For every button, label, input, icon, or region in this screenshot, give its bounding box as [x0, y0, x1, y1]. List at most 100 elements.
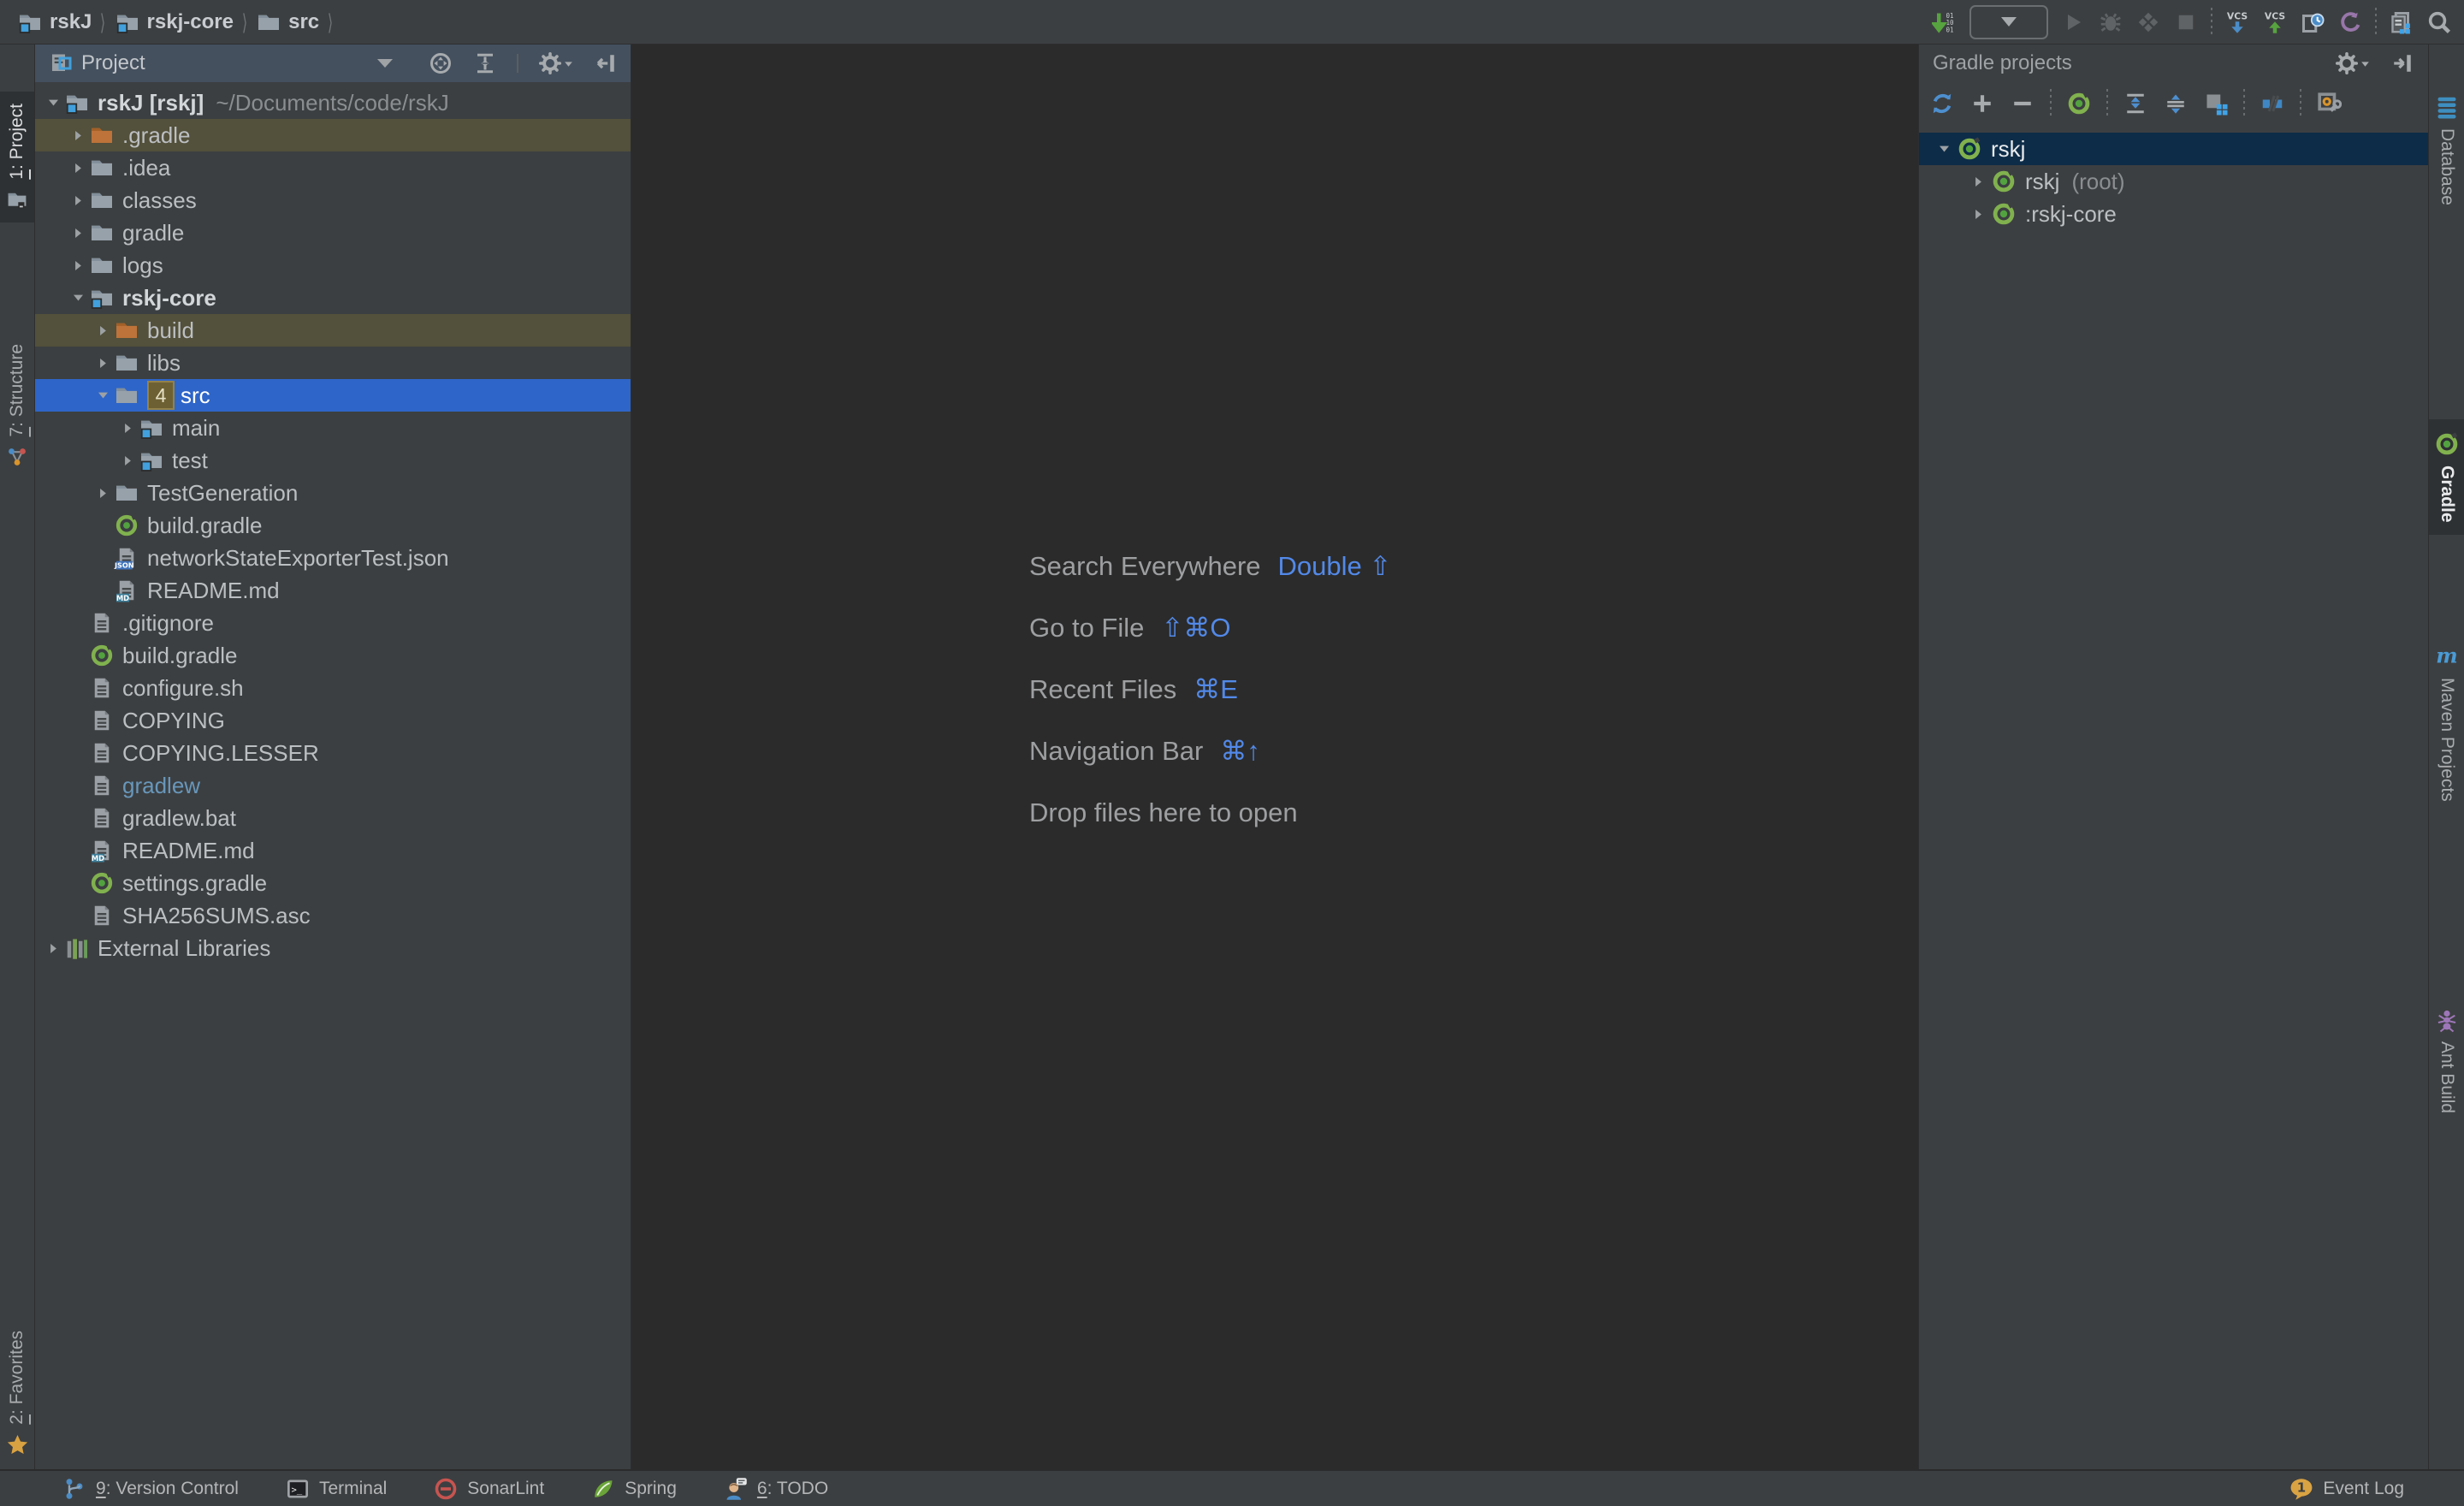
tree-row--idea[interactable]: .idea	[35, 151, 631, 184]
locate-file-icon[interactable]	[428, 50, 453, 76]
tree-row--gitignore[interactable]: .gitignore	[35, 607, 631, 639]
expand-arrow-icon[interactable]	[67, 161, 89, 175]
toolbar-separator	[2050, 89, 2052, 118]
tree-row-readme-md[interactable]: MDREADME.md	[35, 574, 631, 607]
status-versioncontrol[interactable]: 9: Version Control	[62, 1476, 239, 1502]
expand-arrow-icon[interactable]	[92, 486, 114, 501]
hide-panel-icon[interactable]	[2390, 50, 2415, 76]
recent-locations-icon[interactable]	[2389, 9, 2414, 35]
tree-row-classes[interactable]: classes	[35, 184, 631, 216]
run-icon[interactable]	[2060, 9, 2086, 35]
expand-arrow-icon[interactable]	[92, 356, 114, 371]
gear-icon[interactable]	[2334, 50, 2371, 76]
gradle-panel-title: Gradle projects	[1933, 51, 2072, 75]
tree-row-external-libraries[interactable]: External Libraries	[35, 932, 631, 964]
expand-arrow-icon[interactable]	[67, 226, 89, 240]
expand-arrow-icon[interactable]	[92, 323, 114, 338]
tree-row-networkstateexportertest-json[interactable]: JSONnetworkStateExporterTest.json	[35, 542, 631, 574]
expand-arrow-icon[interactable]	[67, 258, 89, 273]
tree-row-build[interactable]: build	[35, 314, 631, 347]
tree-row-rskj-core[interactable]: rskj-core	[35, 282, 631, 314]
tree-row-main[interactable]: main	[35, 412, 631, 444]
tree-row-label: .gitignore	[122, 610, 214, 637]
breadcrumb-item[interactable]: rskj-core	[115, 9, 234, 35]
stop-icon[interactable]	[2173, 9, 2199, 35]
expand-arrow-icon[interactable]	[116, 421, 139, 436]
vcs-commit-icon[interactable]: VCS	[2262, 9, 2288, 35]
hide-panel-icon[interactable]	[593, 50, 619, 76]
collapse-arrow-icon[interactable]	[1931, 142, 1957, 157]
local-history-icon[interactable]	[2300, 9, 2325, 35]
collapse-arrow-icon[interactable]	[42, 96, 64, 110]
chevron-down-icon[interactable]	[377, 59, 393, 68]
tool-window-tab-maven-projects[interactable]: mMaven Projects	[2429, 643, 2464, 802]
tool-window-tab-database[interactable]: Database	[2429, 94, 2464, 205]
rollback-icon[interactable]	[2337, 9, 2363, 35]
run-with-coverage-icon[interactable]	[2135, 9, 2161, 35]
status-event-log[interactable]: 1Event Log	[2289, 1476, 2404, 1502]
gradle-settings-icon[interactable]	[2316, 91, 2342, 116]
vcs-update-icon[interactable]: VCS	[2224, 9, 2250, 35]
refresh-gradle-icon[interactable]	[1929, 91, 1955, 116]
branch-icon	[62, 1476, 87, 1502]
tool-window-tab-favorites[interactable]: 2: Favorites	[0, 1331, 34, 1456]
project-view-title[interactable]: Project	[81, 51, 145, 75]
tree-row-sha256sums-asc[interactable]: SHA256SUMS.asc	[35, 899, 631, 932]
tree-row-label: networkStateExporterTest.json	[147, 545, 449, 572]
tree-row-copying-lesser[interactable]: COPYING.LESSER	[35, 737, 631, 769]
run-gradle-task-icon[interactable]	[2066, 91, 2092, 116]
debug-icon[interactable]	[2098, 9, 2123, 35]
detach-project-icon[interactable]	[2010, 91, 2035, 116]
collapse-all-icon[interactable]	[472, 50, 498, 76]
gear-icon[interactable]	[537, 50, 574, 76]
tool-window-tab-project[interactable]: 1: Project	[0, 92, 34, 222]
expand-arrow-icon[interactable]	[67, 128, 89, 143]
gradle-tree-row--rskj-core[interactable]: :rskj-core	[1919, 198, 2429, 230]
collapse-arrow-icon[interactable]	[67, 291, 89, 305]
run-config-combo[interactable]	[1969, 5, 2048, 39]
tree-row--gradle[interactable]: .gradle	[35, 119, 631, 151]
tree-row-build-gradle[interactable]: build.gradle	[35, 639, 631, 672]
gradle-tree-row-rskj[interactable]: rskj(root)	[1919, 165, 2429, 198]
tree-row-build-gradle[interactable]: build.gradle	[35, 509, 631, 542]
tool-window-tab-ant-build[interactable]: Ant Build	[2429, 1007, 2464, 1113]
status-sonarlint[interactable]: SonarLint	[433, 1476, 544, 1502]
expand-arrow-icon[interactable]	[67, 193, 89, 208]
status-terminal[interactable]: >_Terminal	[285, 1476, 387, 1502]
expand-arrow-icon[interactable]	[1965, 175, 1991, 189]
database-icon	[2434, 94, 2460, 120]
breadcrumb-item[interactable]: src	[256, 9, 319, 35]
breadcrumb-item[interactable]: rskJ	[17, 9, 92, 35]
tool-window-tab-gradle[interactable]: Gradle	[2429, 419, 2464, 535]
shortcut-hint: Search EverywhereDouble ⇧	[1029, 551, 1391, 582]
collapse-all-icon[interactable]	[2163, 91, 2189, 116]
status-spring[interactable]: Spring	[590, 1476, 677, 1502]
tree-row-logs[interactable]: logs	[35, 249, 631, 282]
expand-arrow-icon[interactable]	[42, 941, 64, 956]
search-everywhere-icon[interactable]	[2426, 9, 2452, 35]
tree-row-copying[interactable]: COPYING	[35, 704, 631, 737]
tree-row-test[interactable]: test	[35, 444, 631, 477]
tree-row-libs[interactable]: libs	[35, 347, 631, 379]
expand-all-icon[interactable]	[2123, 91, 2148, 116]
tree-row-rskj-rskj-[interactable]: rskJ [rskj]~/Documents/code/rskJ	[35, 86, 631, 119]
tree-row-src[interactable]: 4src	[35, 379, 631, 412]
expand-arrow-icon[interactable]	[116, 454, 139, 468]
tree-row-gradle[interactable]: gradle	[35, 216, 631, 249]
group-modules-icon[interactable]	[2203, 91, 2229, 116]
collapse-arrow-icon[interactable]	[92, 388, 114, 403]
offline-mode-icon[interactable]	[2260, 91, 2285, 116]
attach-project-icon[interactable]	[1969, 91, 1995, 116]
tree-row-readme-md[interactable]: MDREADME.md	[35, 834, 631, 867]
tree-row-testgeneration[interactable]: TestGeneration	[35, 477, 631, 509]
hotswap-update-icon[interactable]: 011001	[1932, 9, 1958, 35]
tool-window-tab-structure[interactable]: 7: Structure	[0, 344, 34, 468]
tree-row-gradlew-bat[interactable]: gradlew.bat	[35, 802, 631, 834]
tree-row-settings-gradle[interactable]: settings.gradle	[35, 867, 631, 899]
gradle-tree-row-rskj[interactable]: rskj	[1919, 133, 2429, 165]
folder-icon	[256, 9, 281, 35]
tree-row-gradlew[interactable]: gradlew	[35, 769, 631, 802]
tree-row-configure-sh[interactable]: configure.sh	[35, 672, 631, 704]
status-todo[interactable]: 6: TODO	[723, 1476, 828, 1502]
expand-arrow-icon[interactable]	[1965, 207, 1991, 222]
